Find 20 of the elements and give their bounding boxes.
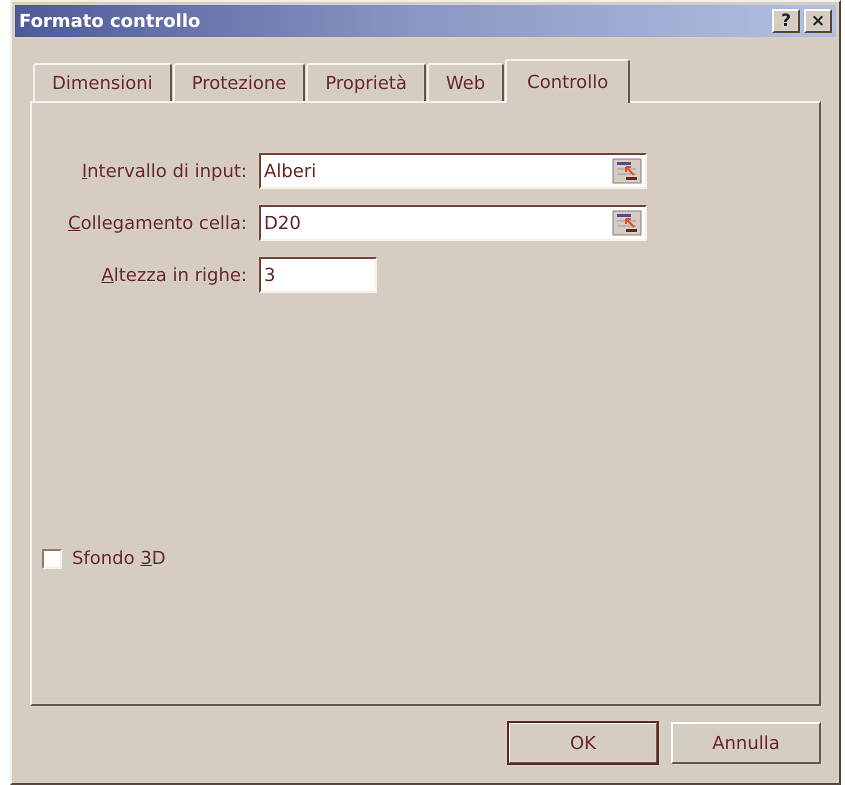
checkbox[interactable] — [42, 548, 62, 568]
range-picker-icon[interactable] — [612, 158, 642, 184]
input-field[interactable]: Alberi — [259, 153, 647, 189]
close-button[interactable]: × — [804, 9, 832, 33]
tab[interactable]: Web — [426, 63, 504, 101]
input-field[interactable]: 3 — [259, 257, 377, 293]
input-field[interactable]: D20 — [259, 205, 647, 241]
window-title: Formato controllo — [19, 10, 200, 32]
checkbox-label: Sfondo 3D — [72, 548, 166, 569]
tab[interactable]: Protezione — [172, 63, 306, 101]
help-button[interactable]: ? — [772, 9, 800, 33]
ok-button[interactable]: OK — [508, 722, 658, 764]
field-label: Intervallo di input: — [80, 160, 247, 182]
cancel-button[interactable]: Annulla — [671, 722, 821, 764]
tab[interactable]: Controllo — [505, 59, 630, 103]
tab[interactable]: Dimensioni — [33, 63, 172, 101]
tab[interactable]: Proprietà — [306, 63, 426, 101]
field-label: Collegamento cella: — [67, 212, 247, 234]
range-picker-icon[interactable] — [612, 210, 642, 236]
field-label: Altezza in righe: — [100, 264, 247, 286]
